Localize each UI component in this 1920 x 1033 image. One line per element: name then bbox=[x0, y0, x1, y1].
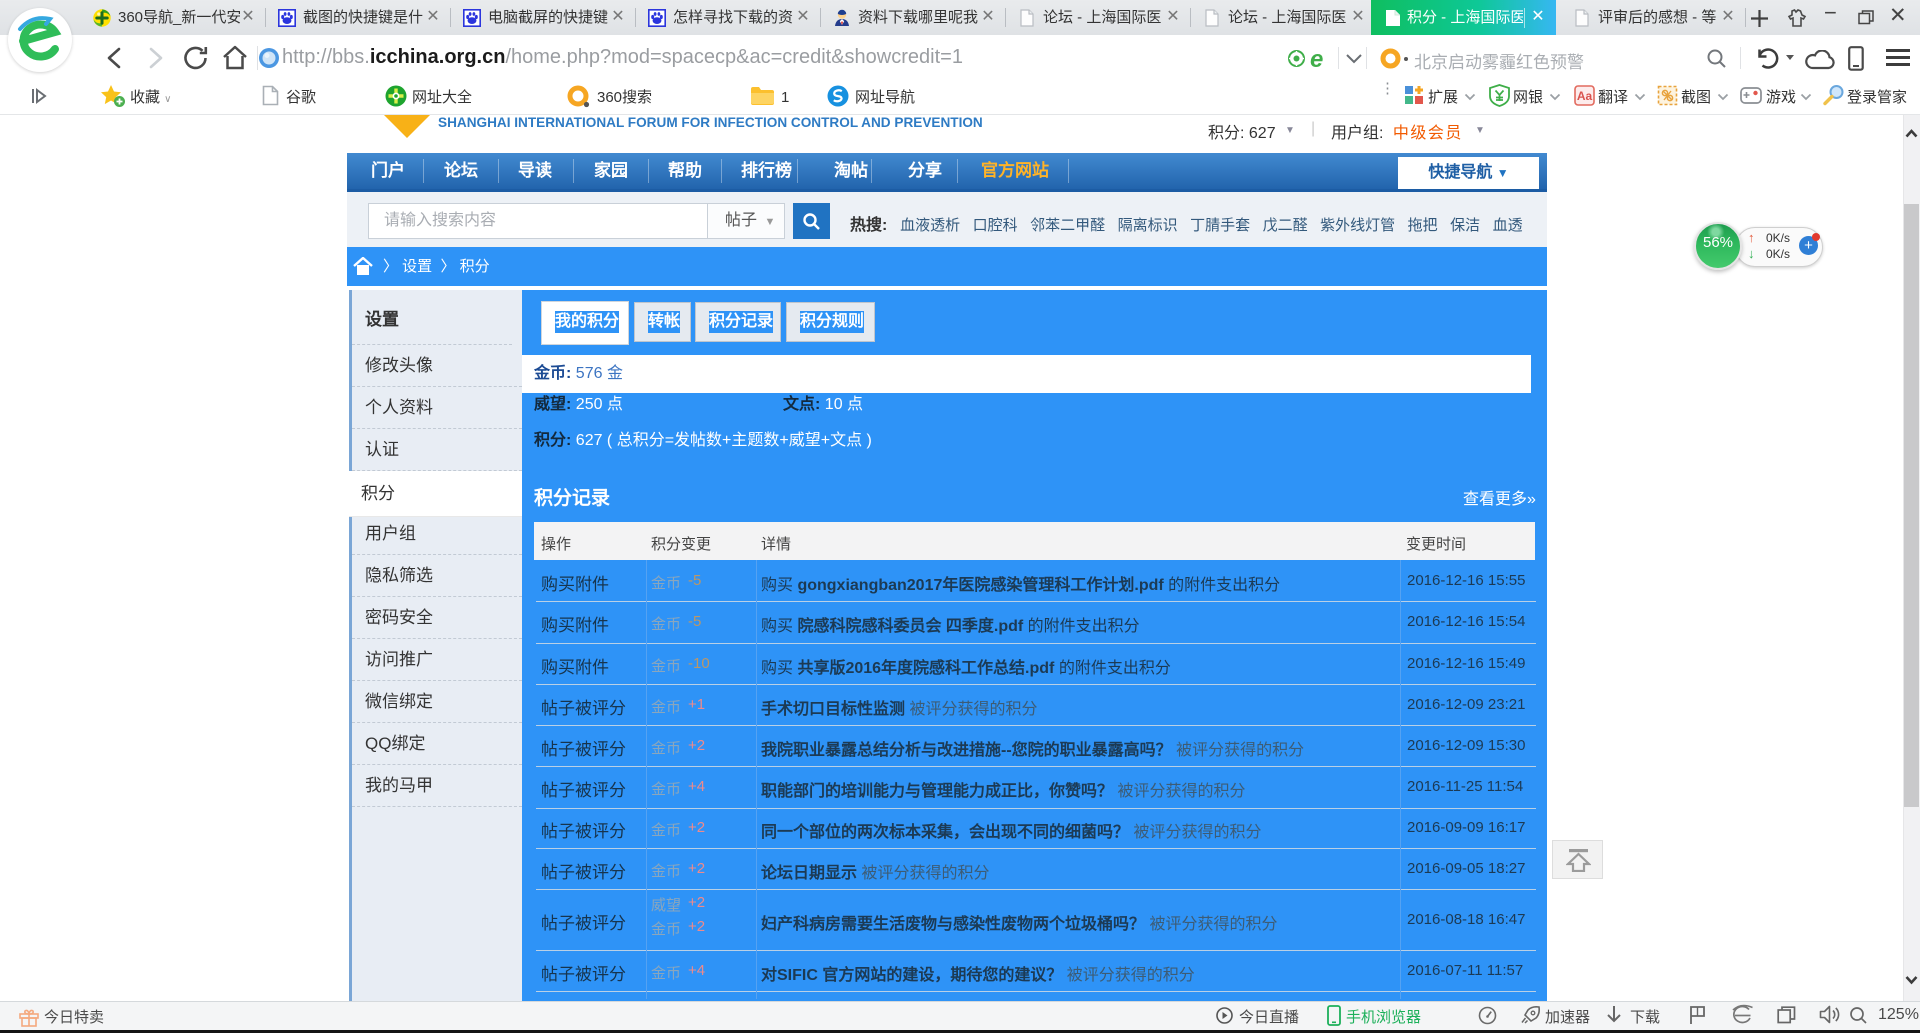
svg-text:Aa: Aa bbox=[1577, 89, 1593, 103]
